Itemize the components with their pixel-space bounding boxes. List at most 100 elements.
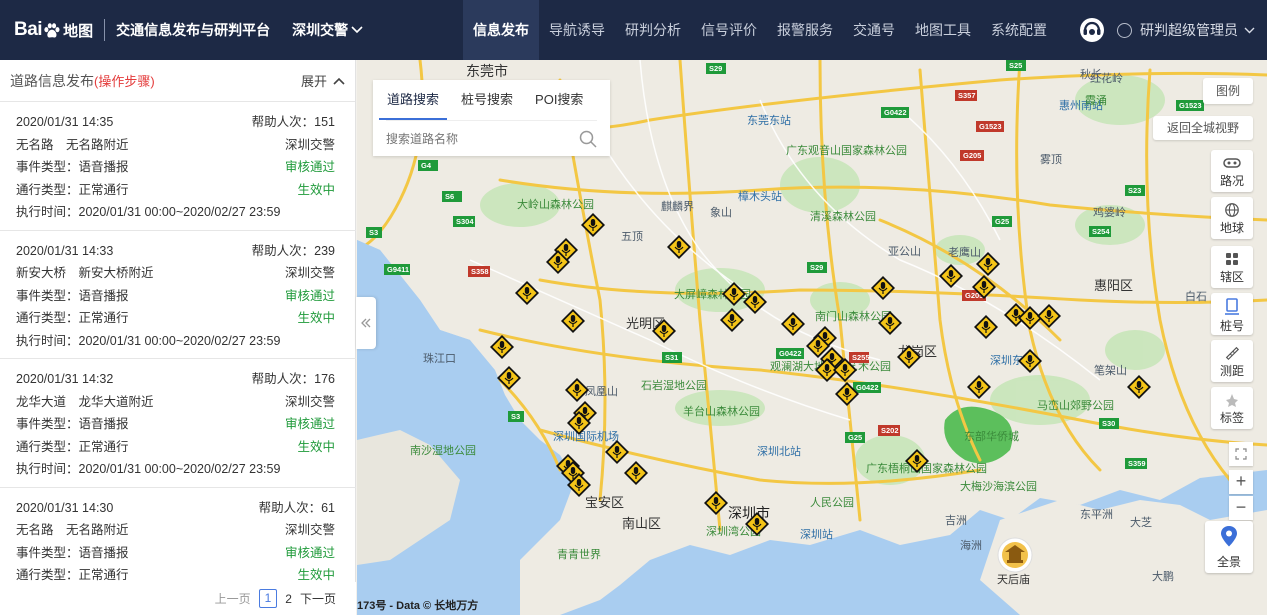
user-name: 研判超级管理员 [1140,22,1238,38]
search-tabs: 道路搜索 桩号搜索 POI搜索 [373,80,610,120]
panel-title-text: 道路信息发布 [10,72,94,89]
expand-label: 展开 [300,74,327,89]
map-label: 大梅沙海滨公园 [960,479,1037,493]
operation-steps-link[interactable]: (操作步骤) [94,74,155,89]
stake-label: 桩号 [1219,319,1244,333]
svg-text:S202: S202 [881,426,899,435]
nav-item-navigation[interactable]: 导航诱导 [539,0,615,60]
city-selector[interactable]: 深圳交警 [292,20,363,40]
legend-button[interactable]: 图例 [1203,78,1253,104]
user-menu[interactable]: 研判超级管理员 [1079,0,1255,60]
search-input[interactable] [386,131,579,146]
svg-text:G4: G4 [421,161,432,170]
map-label: 东莞市 [466,63,508,79]
pass-type: 通行类型：正常通行 [16,439,129,454]
svg-text:S359: S359 [1128,459,1146,468]
map-label: 清溪森林公园 [810,209,876,223]
traffic-icon [1223,158,1241,168]
nav-item-signal[interactable]: 信号评价 [691,0,767,60]
nav-item-info-publish[interactable]: 信息发布 [463,0,539,60]
grid-icon [1226,253,1238,265]
nav-item-alarm[interactable]: 报警服务 [767,0,843,60]
svg-text:G0422: G0422 [884,108,907,117]
platform-title: 交通信息发布与研判平台 [116,22,271,38]
baidu-map-logo[interactable]: Bai 地图 [14,0,93,60]
district-button[interactable]: 辖区 [1211,246,1253,288]
measure-label: 测距 [1219,364,1244,378]
search-panel: 道路搜索 桩号搜索 POI搜索 [373,80,610,156]
map-label: 象山 [710,206,732,219]
list-item[interactable]: 2020/01/31 14:33 帮助人次：239 新安大桥 新安大桥附近 深圳交警… [0,231,356,359]
map-copyright: 173号 - Data © 长地万方 [357,600,479,612]
publish-time: 2020/01/31 14:30 [16,500,114,515]
collapse-panel-button[interactable] [356,297,376,349]
review-status: 审核通过 [284,417,335,432]
svg-text:S29: S29 [810,263,823,272]
event-type: 事件类型：语音播报 [16,417,129,432]
effect-status: 生效中 [297,568,335,582]
svg-text:S25: S25 [1009,61,1022,70]
svg-text:S3: S3 [511,412,520,421]
svg-text:S30: S30 [1102,419,1115,428]
return-city-view-button[interactable]: 返回全城视野 [1153,116,1253,140]
map-label: 鸡婆岭 [1093,205,1126,219]
map-label: 凤凰山 [585,385,618,398]
svg-text:G1523: G1523 [979,122,1002,131]
info-list: 2020/01/31 14:35 帮助人次：151 无名路 无名路附近 深圳交警 事… [0,102,356,582]
list-item[interactable]: 2020/01/31 14:32 帮助人次：176 龙华大道 龙华大道附近 深圳交警… [0,359,356,488]
svg-text:G0422: G0422 [779,349,802,358]
support-avatar-icon[interactable] [1079,17,1105,43]
page-2-button[interactable]: 2 [285,592,292,606]
expand-toggle[interactable]: 展开 [301,71,345,90]
road-name: 新安大桥 新安大桥附近 [16,266,154,281]
map-label: 东部华侨城 [964,429,1019,443]
zoom-out-button[interactable]: − [1229,496,1253,520]
pass-type: 通行类型：正常通行 [16,568,129,582]
road-info-panel: 道路信息发布(操作步骤) 展开 2020/01/31 14:35 帮助人次：151… [0,60,356,615]
prev-page-button[interactable]: 上一页 [215,590,251,607]
review-status: 审核通过 [284,160,335,175]
panorama-button[interactable]: 全景 [1205,521,1253,573]
event-type: 事件类型：语音播报 [16,160,129,175]
map-label: 深圳市 [728,505,770,521]
svg-text:G9411: G9411 [387,265,409,274]
svg-text:S254: S254 [1092,227,1110,236]
mark-button[interactable]: 标签 [1211,387,1253,429]
map-label: 深圳北站 [757,444,801,458]
stake-button[interactable]: 桩号 [1211,293,1253,335]
divider [104,19,106,41]
search-icon[interactable] [579,130,597,148]
page-1-button[interactable]: 1 [258,589,278,608]
zoom-in-button[interactable]: + [1229,470,1253,494]
event-type: 事件类型：语音播报 [16,288,129,303]
tab-road-search[interactable]: 道路搜索 [379,80,448,120]
nav-item-map-tools[interactable]: 地图工具 [905,0,981,60]
map-label: 石岩湿地公园 [641,378,707,392]
list-item[interactable]: 2020/01/31 14:30 帮助人次：61 无名路 无名路附近 深圳交警 事件… [0,488,356,583]
temple-poi-icon[interactable] [997,537,1033,573]
chevron-down-icon [1244,27,1255,33]
fullscreen-button[interactable] [1229,442,1253,466]
map-label: 樟木头站 [738,189,782,203]
tab-stake-search[interactable]: 桩号搜索 [453,80,521,120]
list-item[interactable]: 2020/01/31 14:35 帮助人次：151 无名路 无名路附近 深圳交警 事… [0,102,356,231]
tab-poi-search[interactable]: POI搜索 [527,80,591,120]
user-icon [1117,22,1132,38]
nav-item-traffic-account[interactable]: 交通号 [843,0,905,60]
nav-item-analysis[interactable]: 研判分析 [615,0,691,60]
svg-text:S29: S29 [709,64,722,73]
map-label: 大鹏 [1152,569,1174,583]
map-label: 大岭山森林公园 [517,197,594,211]
measure-button[interactable]: 测距 [1211,340,1253,382]
nav-item-system[interactable]: 系统配置 [981,0,1057,60]
next-page-button[interactable]: 下一页 [300,590,336,607]
map-label: 珠江口 [423,351,456,365]
map-label: 马峦山郊野公园 [1037,398,1114,412]
road-name: 无名路 无名路附近 [16,137,129,152]
road-name: 无名路 无名路附近 [16,523,129,538]
earth-button[interactable]: 地球 [1211,197,1253,239]
traffic-button[interactable]: 路况 [1211,150,1253,192]
map-label: 麒麟界 [661,199,694,213]
panorama-label: 全景 [1216,555,1241,569]
event-type: 事件类型：语音播报 [16,545,129,560]
